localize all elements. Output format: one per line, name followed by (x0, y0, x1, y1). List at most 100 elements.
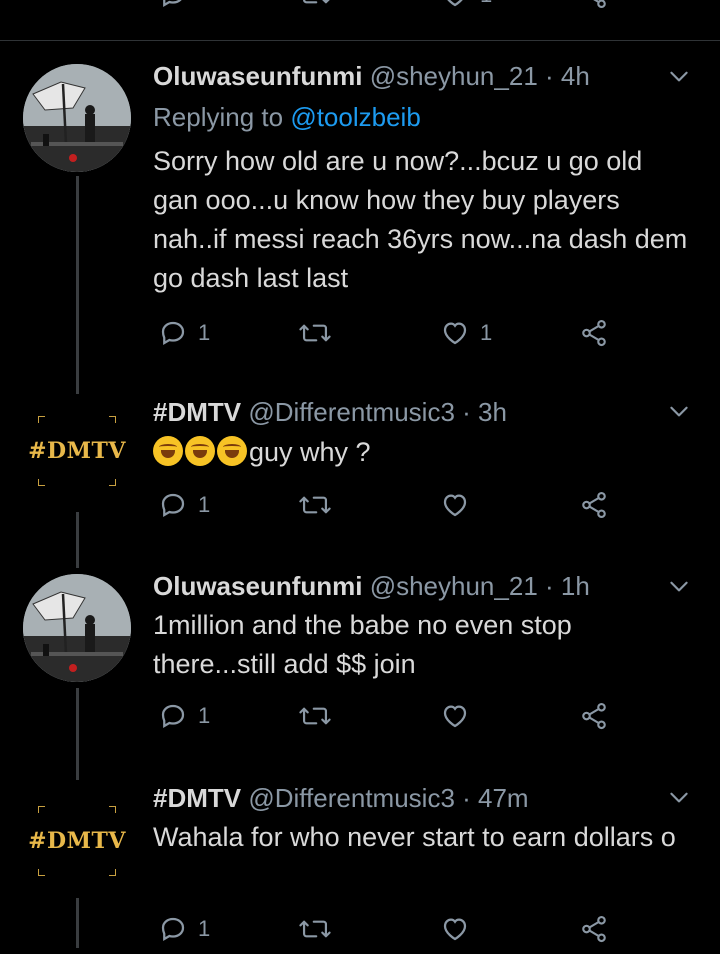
timestamp[interactable]: 3h (478, 397, 507, 427)
reply-button[interactable] (158, 0, 188, 10)
share-icon (582, 702, 606, 730)
retweet-icon (299, 920, 331, 938)
avatar[interactable] (23, 574, 131, 682)
retweet-button[interactable] (298, 490, 332, 520)
separator: · (454, 783, 479, 813)
reply-icon (161, 321, 185, 345)
reply-icon (161, 917, 185, 941)
share-icon (593, 0, 606, 9)
divider (0, 40, 720, 41)
tweet-actions: 1 1 (150, 318, 690, 358)
tweet-text: guy why ? (249, 437, 371, 467)
tweet-header: #DMTV @Differentmusic3 · 47m (153, 782, 529, 814)
chevron-down-icon[interactable] (666, 573, 692, 599)
like-button[interactable] (440, 701, 470, 731)
retweet-icon (299, 496, 331, 514)
timestamp[interactable]: 1h (561, 571, 590, 601)
reply-button[interactable]: 1 (158, 490, 210, 520)
like-count: 1 (480, 320, 493, 345)
chevron-down-icon[interactable] (666, 784, 692, 810)
replying-to-label: Replying to (153, 102, 291, 132)
chevron-down-icon[interactable] (666, 63, 692, 89)
chevron-down-icon[interactable] (666, 398, 692, 424)
retweet-button[interactable] (298, 701, 332, 731)
like-icon (447, 0, 463, 7)
mention-link[interactable]: @toolzbeib (290, 102, 420, 132)
retweet-button[interactable] (298, 0, 332, 10)
like-icon (443, 322, 467, 345)
laughing-emoji-icon (153, 436, 183, 466)
tweet-text: Wahala for who never start to earn dolla… (153, 822, 676, 852)
avatar[interactable]: #DMTV (22, 806, 132, 876)
display-name[interactable]: #DMTV (153, 397, 241, 427)
avatar-frame-corner (109, 479, 116, 486)
display-name[interactable]: #DMTV (153, 783, 241, 813)
avatar[interactable]: #DMTV (22, 416, 132, 486)
retweet-icon (299, 707, 331, 725)
replying-to: Replying to @toolzbeib (153, 101, 421, 133)
timestamp[interactable]: 47m (478, 783, 529, 813)
avatar-logo-text: #DMTV (28, 828, 126, 854)
separator: · (537, 571, 561, 601)
handle[interactable]: @Differentmusic3 (248, 783, 455, 813)
avatar-frame-corner (38, 806, 45, 813)
separator: · (454, 397, 479, 427)
tweet-actions: 1 (150, 701, 690, 741)
share-icon (582, 491, 606, 519)
share-button[interactable] (578, 0, 610, 10)
share-icon (582, 915, 606, 943)
like-button[interactable] (440, 914, 470, 944)
retweet-button[interactable] (298, 318, 332, 348)
share-button[interactable] (578, 318, 610, 348)
tweet-header: #DMTV @Differentmusic3 · 3h (153, 396, 507, 428)
thread-line (76, 898, 79, 948)
share-button[interactable] (578, 701, 610, 731)
timestamp[interactable]: 4h (561, 61, 590, 91)
tweet-actions: 1 (150, 490, 690, 530)
reply-button[interactable]: 1 (158, 318, 210, 348)
thread-line (76, 688, 79, 780)
like-icon (443, 918, 467, 941)
avatar-photo-image (23, 574, 131, 682)
handle[interactable]: @sheyhun_21 (370, 61, 538, 91)
tweet-header: Oluwaseunfunmi @sheyhun_21 · 4h (153, 60, 590, 92)
avatar-frame-corner (38, 869, 45, 876)
tweet-header: Oluwaseunfunmi @sheyhun_21 · 1h (153, 570, 590, 602)
like-icon (443, 494, 467, 517)
tweet-text-row: guy why ? (153, 433, 693, 472)
share-button[interactable] (578, 914, 610, 944)
avatar-logo-text: #DMTV (28, 438, 126, 464)
like-icon (443, 705, 467, 728)
handle[interactable]: @Differentmusic3 (248, 397, 455, 427)
tweet-text: 1million and the babe no even stop there… (153, 610, 572, 679)
laughing-emoji-icon (217, 436, 247, 466)
display-name[interactable]: Oluwaseunfunmi (153, 571, 362, 601)
thread-line (76, 176, 79, 394)
share-button[interactable] (578, 490, 610, 520)
reply-button[interactable]: 1 (158, 701, 210, 731)
reply-count: 1 (198, 492, 211, 517)
like-button[interactable]: 1 (440, 0, 492, 10)
avatar-frame-corner (109, 416, 116, 423)
share-icon (582, 319, 606, 347)
reply-count: 1 (198, 320, 211, 345)
display-name[interactable]: Oluwaseunfunmi (153, 61, 362, 91)
separator: · (537, 61, 561, 91)
reply-count: 1 (198, 703, 211, 728)
reply-icon (163, 0, 182, 7)
reply-count: 1 (198, 916, 211, 941)
tweet-actions: 1 (150, 914, 690, 954)
like-button[interactable] (440, 490, 470, 520)
retweet-icon (299, 324, 331, 342)
avatar[interactable] (23, 64, 131, 172)
retweet-button[interactable] (298, 914, 332, 944)
like-button[interactable]: 1 (440, 318, 492, 348)
avatar-frame-corner (109, 869, 116, 876)
reply-button[interactable]: 1 (158, 914, 210, 944)
handle[interactable]: @sheyhun_21 (370, 571, 538, 601)
retweet-icon (302, 0, 330, 4)
avatar-photo-image (23, 64, 131, 172)
laughing-emoji-icon (185, 436, 215, 466)
reply-icon (161, 493, 185, 517)
avatar-frame-corner (38, 479, 45, 486)
